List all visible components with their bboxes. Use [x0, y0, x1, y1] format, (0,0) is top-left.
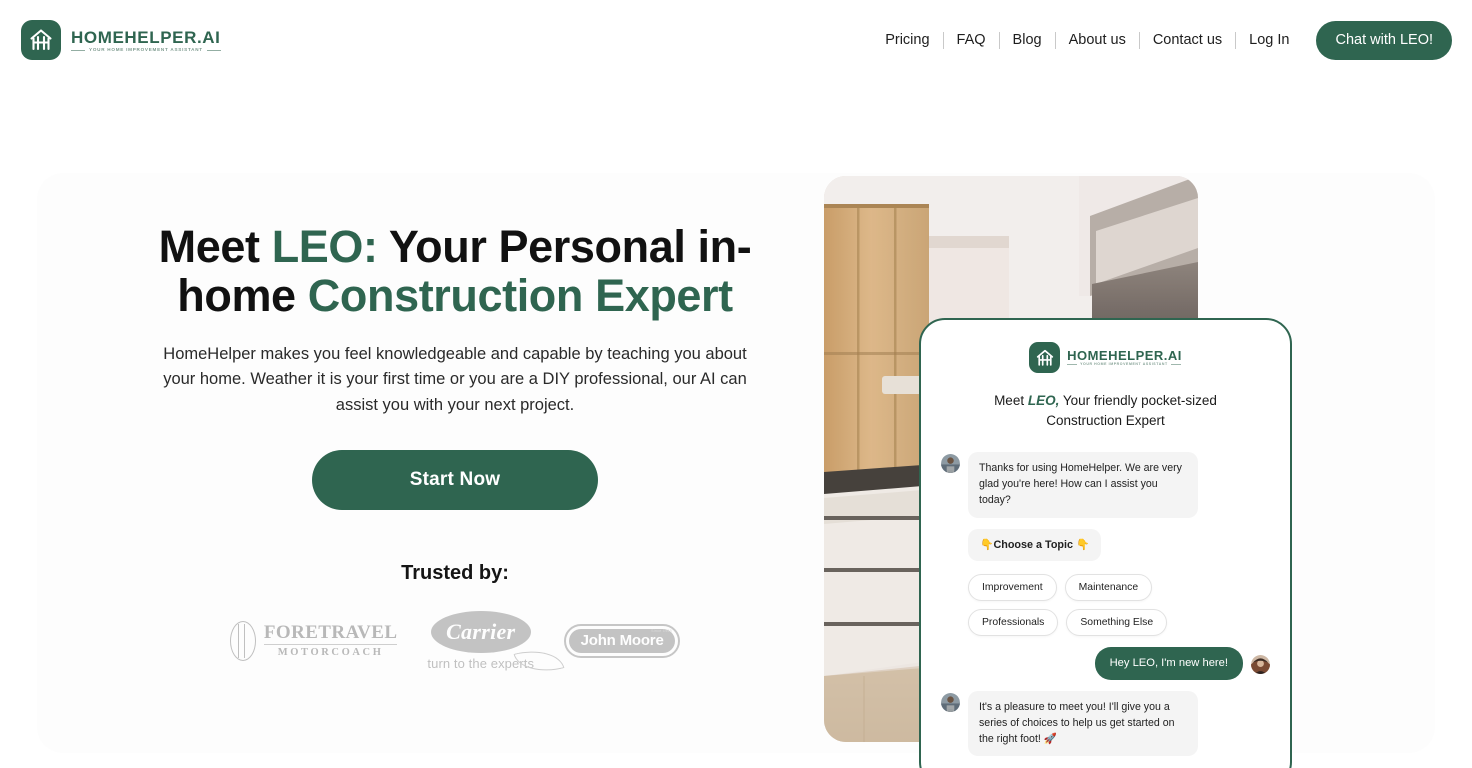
- john-moore-name: John Moore: [580, 632, 664, 650]
- chat-brand-logo: HOMEHELPER.AI YOUR HOME IMPROVEMENT ASSI…: [941, 342, 1270, 373]
- chat-brand-name: HOMEHELPER.AI: [1067, 347, 1182, 363]
- headline-leo: LEO:: [271, 221, 378, 272]
- topic-chip-group: Improvement Maintenance Professionals So…: [968, 573, 1208, 636]
- house-icon: [21, 20, 61, 60]
- chat-bubble: It's a pleasure to meet you! I'll give y…: [968, 690, 1198, 757]
- carrier-name: Carrier: [446, 618, 516, 644]
- site-header: HOMEHELPER.AI YOUR HOME IMPROVEMENT ASSI…: [0, 0, 1472, 82]
- landing-page: HOMEHELPER.AI YOUR HOME IMPROVEMENT ASSI…: [0, 0, 1472, 768]
- nav-item-log-in[interactable]: Log In: [1236, 20, 1302, 60]
- nav-item-pricing[interactable]: Pricing: [872, 20, 942, 60]
- trusted-by-label: Trusted by:: [401, 561, 509, 584]
- chat-brand-wordmark: HOMEHELPER.AI YOUR HOME IMPROVEMENT ASSI…: [1067, 349, 1182, 367]
- nav-item-about-us[interactable]: About us: [1056, 20, 1139, 60]
- chat-topic-prompt-wrap: 👇Choose a Topic 👇: [968, 528, 1270, 561]
- chat-header-part2: Your friendly pocket-sized Construction …: [1046, 393, 1217, 428]
- hero-subcopy: HomeHelper makes you feel knowledgeable …: [163, 345, 747, 414]
- brand-logo[interactable]: HOMEHELPER.AI YOUR HOME IMPROVEMENT ASSI…: [21, 20, 221, 60]
- nav-item-blog[interactable]: Blog: [1000, 20, 1055, 60]
- rule-right: [206, 50, 221, 51]
- chat-bubble: Thanks for using HomeHelper. We are very…: [968, 452, 1198, 518]
- foretravel-name: FORETRAVEL: [263, 622, 398, 644]
- topic-chip-professionals[interactable]: Professionals: [968, 608, 1059, 636]
- john-moore-since: Since 1965: [651, 628, 673, 633]
- brand-tagline: YOUR HOME IMPROVEMENT ASSISTANT: [89, 47, 203, 53]
- chat-message-list: Thanks for using HomeHelper. We are very…: [941, 452, 1270, 757]
- nav-item-faq[interactable]: FAQ: [944, 20, 999, 60]
- chat-message-bot: Thanks for using HomeHelper. We are very…: [941, 452, 1270, 518]
- foretravel-subtitle: MOTORCOACH: [263, 644, 398, 659]
- partner-logo-foretravel: FORETRAVEL MOTORCOACH: [229, 620, 398, 661]
- chat-preview-panel: HOMEHELPER.AI YOUR HOME IMPROVEMENT ASSI…: [919, 318, 1292, 768]
- avatar: [941, 692, 960, 712]
- chat-with-leo-button[interactable]: Chat with LEO!: [1316, 20, 1452, 60]
- leaf-icon: [513, 642, 565, 680]
- main-navigation: Pricing FAQ Blog About us Contact us Log…: [872, 20, 1452, 60]
- brand-wordmark: HOMEHELPER.AI YOUR HOME IMPROVEMENT ASSI…: [71, 27, 221, 53]
- chat-header-text: Meet LEO, Your friendly pocket-sized Con…: [941, 391, 1270, 430]
- topic-chip-something-else[interactable]: Something Else: [1066, 608, 1168, 636]
- topic-chip-maintenance[interactable]: Maintenance: [1064, 573, 1153, 601]
- house-icon: [1029, 342, 1061, 373]
- hero-copy: Meet LEO: Your Personal in-home Construc…: [145, 221, 765, 680]
- brand-tagline-row: YOUR HOME IMPROVEMENT ASSISTANT: [71, 48, 221, 53]
- chat-bubble-user: Hey LEO, I'm new here!: [1094, 646, 1243, 680]
- chat-header-leo: LEO,: [1027, 393, 1060, 408]
- avatar: [1251, 654, 1270, 674]
- partner-logos: FORETRAVEL MOTORCOACH Carrier turn to th…: [145, 610, 765, 680]
- rule-left: [71, 50, 85, 51]
- partner-logo-carrier: Carrier turn to the experts: [427, 610, 565, 680]
- headline-expert: Construction Expert: [307, 269, 733, 321]
- nav-item-contact-us[interactable]: Contact us: [1140, 20, 1235, 60]
- avatar: [941, 454, 960, 474]
- carrier-emblem-icon: Carrier: [430, 610, 531, 653]
- page-title: Meet LEO: Your Personal in-home Construc…: [145, 221, 765, 321]
- chat-message-bot: It's a pleasure to meet you! I'll give y…: [941, 690, 1270, 757]
- chat-header-part1: Meet: [994, 393, 1028, 408]
- foretravel-emblem-icon: [229, 620, 256, 661]
- start-now-button[interactable]: Start Now: [312, 449, 598, 510]
- headline-part1: Meet: [158, 221, 272, 272]
- partner-logo-john-moore: John Moore Since 1965: [564, 623, 681, 658]
- topic-chip-improvement[interactable]: Improvement: [968, 573, 1057, 601]
- chat-tagline-row: YOUR HOME IMPROVEMENT ASSISTANT: [1067, 362, 1182, 367]
- chat-brand-tagline: YOUR HOME IMPROVEMENT ASSISTANT: [1080, 362, 1168, 366]
- brand-name: HOMEHELPER.AI: [71, 28, 221, 48]
- rule-right: [1170, 364, 1181, 366]
- rule-left: [1067, 364, 1078, 366]
- chat-message-user: Hey LEO, I'm new here!: [941, 646, 1270, 680]
- chat-bubble-topic-prompt: 👇Choose a Topic 👇: [968, 528, 1102, 561]
